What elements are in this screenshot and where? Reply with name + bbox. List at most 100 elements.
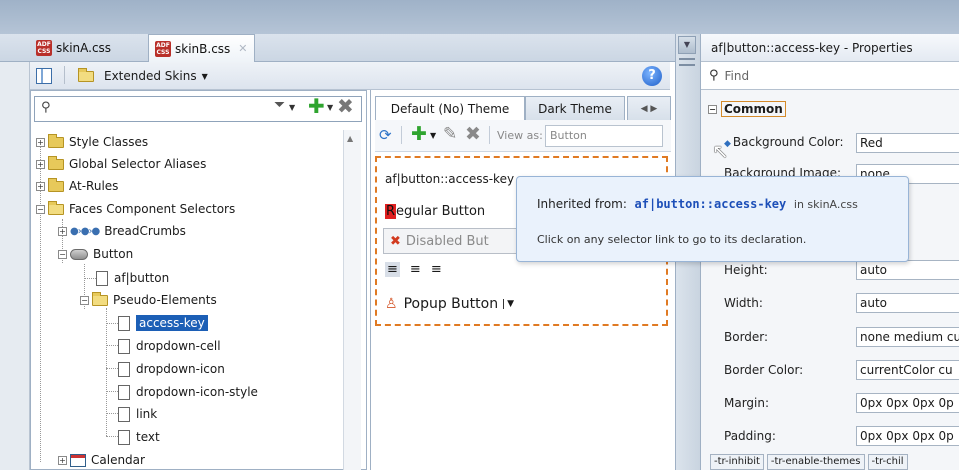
disabled-button: ✖ Disabled But: [383, 228, 533, 254]
tree-item-link[interactable]: link: [118, 403, 157, 425]
prop-label-width: Width:: [724, 296, 763, 310]
prop-value-border-color[interactable]: currentColor cu: [856, 360, 959, 380]
tree-guide: [106, 391, 118, 392]
tree-item-global-selector-aliases[interactable]: + Global Selector Aliases: [36, 153, 206, 175]
folder-icon: [48, 133, 64, 148]
tab-dark-theme[interactable]: Dark Theme: [525, 96, 625, 120]
align-center-icon[interactable]: ≡: [410, 262, 421, 277]
find-placeholder: Find: [724, 68, 750, 83]
tooltip-prefix: Inherited from:: [537, 197, 627, 211]
toggle-panel-icon[interactable]: [36, 68, 52, 84]
tree-item-at-rules[interactable]: + At-Rules: [36, 175, 118, 197]
tab-label: skinB.css: [175, 41, 231, 56]
prop-value-padding[interactable]: 0px 0px 0px 0p: [856, 426, 959, 446]
tree-item-style-classes[interactable]: + Style Classes: [36, 131, 148, 153]
tree-item-pseudo-elements[interactable]: − Pseudo-Elements: [80, 289, 217, 311]
prop-value-height[interactable]: auto: [856, 260, 959, 280]
tree-item-label: dropdown-icon-style: [136, 385, 258, 399]
prop-label-padding: Padding:: [724, 429, 776, 443]
tree-item-dropdown-cell[interactable]: dropdown-cell: [118, 335, 221, 357]
regular-button-label: egular Button: [396, 203, 486, 219]
filter-icon[interactable]: ⏷: [274, 97, 285, 113]
refresh-icon[interactable]: ⟳: [379, 126, 392, 144]
collapse-icon[interactable]: −: [708, 104, 717, 114]
prop-value-background-color[interactable]: Red: [856, 133, 959, 153]
css-file-icon: ADF CSS: [36, 40, 52, 56]
add-icon[interactable]: ✚: [411, 123, 427, 145]
popup-button[interactable]: ♙ Popup Button ▼: [385, 292, 514, 316]
chevron-down-icon[interactable]: ▼: [503, 299, 514, 309]
delete-icon[interactable]: ✖: [337, 95, 354, 117]
tree-item-access-key[interactable]: access-key: [118, 312, 208, 334]
regular-button[interactable]: Regular Button: [385, 200, 485, 222]
expand-icon[interactable]: +: [36, 159, 45, 169]
tree-item-calendar[interactable]: + Calendar: [58, 449, 145, 470]
expand-icon[interactable]: +: [36, 181, 45, 191]
view-as-select[interactable]: Button: [545, 125, 663, 147]
prop-value-width[interactable]: auto: [856, 293, 959, 313]
prop-label-border-color: Border Color:: [724, 363, 804, 377]
tab-skinA[interactable]: ADF CSS skinA.css: [30, 34, 117, 62]
close-tab-icon[interactable]: ✕: [238, 42, 247, 55]
tab-scroll-arrows[interactable]: ◀ ▶: [627, 96, 671, 120]
search-icon: ⚲: [41, 100, 51, 115]
tree-item-button[interactable]: − Button: [58, 243, 133, 265]
tree-item-dropdown-icon-style[interactable]: dropdown-icon-style: [118, 381, 258, 403]
tab-tr-inhibit[interactable]: -tr-inhibit: [710, 454, 764, 470]
toolbar-separator: [489, 126, 490, 144]
prop-value-margin[interactable]: 0px 0px 0px 0p: [856, 393, 959, 413]
tab-tr-enable-themes[interactable]: -tr-enable-themes: [766, 454, 865, 470]
tab-default-theme[interactable]: Default (No) Theme: [375, 96, 525, 120]
folder-open-icon: [48, 200, 64, 215]
tooltip-source-file: in skinA.css: [793, 198, 858, 211]
scroll-up-icon[interactable]: ▲: [347, 134, 353, 143]
folder-icon: [48, 155, 64, 170]
disabled-button-label: Disabled But: [405, 233, 489, 249]
tree-item-label: At-Rules: [69, 179, 119, 193]
section-label: Common: [721, 101, 786, 117]
expand-icon[interactable]: +: [36, 137, 45, 147]
tree-item-af-button[interactable]: af|button: [96, 267, 169, 289]
collapse-icon[interactable]: −: [36, 204, 45, 214]
view-as-label: View as:: [497, 129, 543, 142]
chevron-down-icon[interactable]: ▼: [430, 131, 436, 140]
tab-skinB[interactable]: ADF CSS skinB.css ✕: [148, 34, 255, 62]
tree-item-text[interactable]: text: [118, 426, 160, 448]
edit-icon[interactable]: ✎: [443, 124, 457, 144]
align-left-icon[interactable]: ≡: [385, 262, 400, 277]
css-file-icon: ADF CSS: [155, 40, 171, 57]
expand-icon[interactable]: +: [58, 455, 67, 465]
properties-find-input[interactable]: ⚲ Find: [701, 62, 959, 90]
tree-guide: [106, 413, 118, 414]
chevron-down-icon[interactable]: ▼: [327, 103, 333, 112]
tab-tr-children[interactable]: -tr-chil: [867, 454, 908, 470]
button-component-icon: [70, 248, 88, 260]
tree-scrollbar[interactable]: ▲: [343, 130, 361, 470]
prop-value-border[interactable]: none medium cu: [856, 327, 959, 347]
chevron-down-icon[interactable]: ▼: [289, 103, 295, 112]
cancel-icon: ✖: [390, 233, 401, 249]
section-common[interactable]: − Common: [708, 101, 786, 117]
tree-item-label: dropdown-cell: [136, 339, 221, 353]
tree-guide: [106, 345, 118, 346]
preview-toolbar: ⟳ ✚ ▼ ✎ ✖ View as: Button: [375, 120, 671, 152]
page-icon: [118, 406, 130, 422]
folder-open-icon: [92, 291, 108, 306]
align-right-icon[interactable]: ≡: [431, 262, 442, 277]
collapse-icon[interactable]: −: [80, 295, 89, 305]
delete-icon[interactable]: ✖: [465, 123, 481, 145]
search-icon: ⚲: [709, 68, 719, 83]
minimize-icon[interactable]: ▼: [678, 36, 696, 54]
tree-item-dropdown-icon[interactable]: dropdown-icon: [118, 358, 225, 380]
expand-icon[interactable]: +: [58, 226, 67, 236]
tree-item-breadcrumbs[interactable]: + ●›●›● BreadCrumbs: [58, 220, 186, 242]
add-icon[interactable]: ✚: [308, 96, 325, 116]
selector-link[interactable]: af|button::access-key: [635, 197, 787, 211]
prop-label-height: Height:: [724, 263, 768, 277]
tree-item-faces-component-selectors[interactable]: − Faces Component Selectors: [36, 198, 235, 220]
extended-skins-dropdown[interactable]: Extended Skins ▼: [78, 65, 208, 87]
preview-theme-tabs: Default (No) Theme Dark Theme ◀ ▶: [375, 96, 671, 120]
popup-button-label: Popup Button: [403, 296, 499, 312]
help-icon[interactable]: ?: [642, 66, 662, 86]
collapse-icon[interactable]: −: [58, 249, 67, 259]
